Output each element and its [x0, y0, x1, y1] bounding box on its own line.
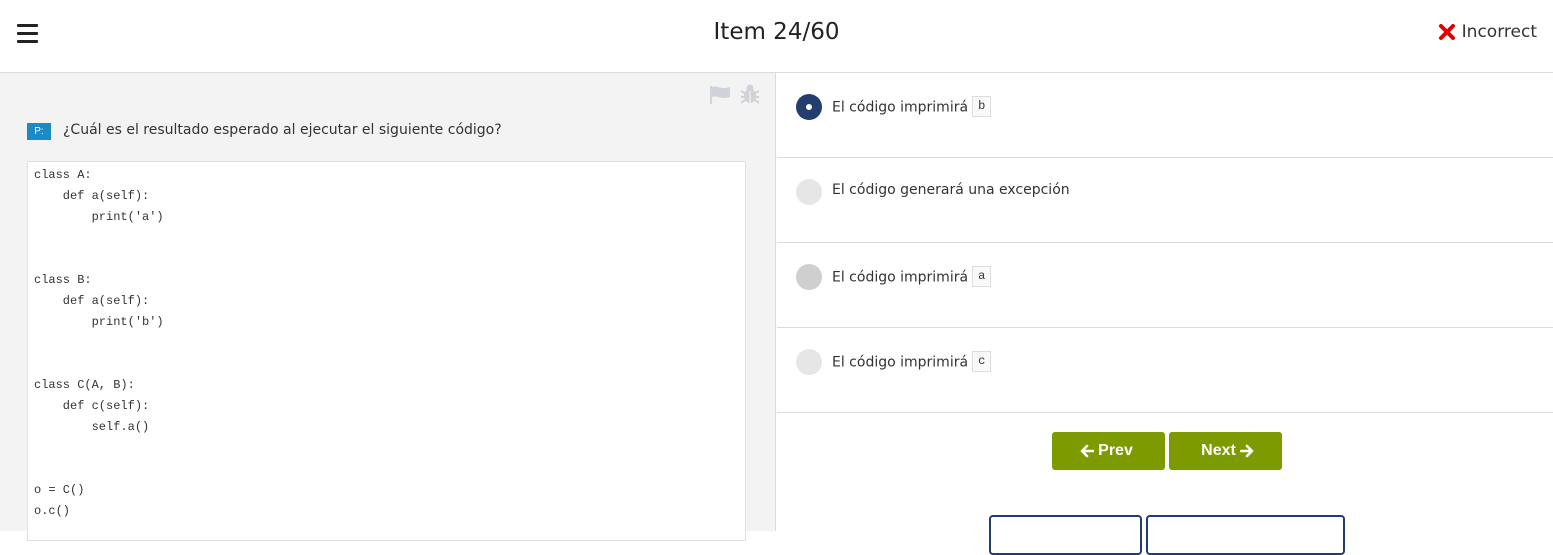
answers-panel: El código imprimirá b El código generará …	[777, 73, 1553, 555]
radio-button[interactable]	[796, 349, 822, 375]
top-bar: Item 24/60 Incorrect	[0, 0, 1553, 73]
next-label: Next	[1201, 442, 1236, 459]
option-label: El código generará una excepción	[832, 182, 1070, 198]
code-line: class A:	[34, 168, 92, 182]
result-status: Incorrect	[1438, 22, 1537, 42]
code-line: class C(A, B):	[34, 378, 135, 392]
x-icon	[1438, 24, 1455, 40]
question-badge: P:	[27, 123, 51, 140]
item-counter: Item 24/60	[713, 19, 840, 45]
option-label: El código imprimirá	[832, 269, 969, 286]
option-label: El código imprimirá	[832, 354, 969, 371]
flag-icon[interactable]	[708, 85, 732, 105]
code-line: o = C()	[34, 483, 85, 497]
answer-option[interactable]: El código imprimirá b	[777, 73, 1553, 158]
code-line: print('b')	[34, 315, 164, 329]
option-label: El código imprimirá	[832, 99, 969, 116]
code-line: def a(self):	[34, 294, 150, 308]
code-line: print('a')	[34, 210, 164, 224]
nav-buttons: Prev Next	[1052, 432, 1286, 470]
arrow-left-icon	[1080, 444, 1095, 458]
code-line: class B:	[34, 273, 92, 287]
question-text: ¿Cuál es el resultado esperado al ejecut…	[63, 122, 502, 138]
status-label: Incorrect	[1461, 22, 1537, 42]
code-line: o.c()	[34, 504, 71, 518]
radio-button[interactable]	[796, 179, 822, 205]
next-button[interactable]: Next	[1169, 432, 1282, 470]
option-code: a	[972, 266, 992, 287]
bottom-button-right[interactable]	[1146, 515, 1345, 555]
code-line: def c(self):	[34, 399, 150, 413]
answer-option[interactable]: El código imprimirá a	[777, 243, 1553, 328]
bottom-button-left[interactable]	[989, 515, 1142, 555]
prev-button[interactable]: Prev	[1052, 432, 1165, 470]
answer-option[interactable]: El código generará una excepción	[777, 158, 1553, 243]
prev-label: Prev	[1098, 442, 1133, 459]
code-block: class A: def a(self): print('a') class B…	[27, 161, 746, 541]
question-panel: P: ¿Cuál es el resultado esperado al eje…	[0, 73, 776, 541]
bug-icon[interactable]	[739, 83, 761, 105]
radio-button[interactable]	[796, 264, 822, 290]
code-line: def a(self):	[34, 189, 150, 203]
answer-option[interactable]: El código imprimirá c	[777, 328, 1553, 413]
code-line: self.a()	[34, 420, 150, 434]
arrow-right-icon	[1239, 444, 1254, 458]
option-code: b	[972, 96, 992, 117]
radio-button[interactable]	[796, 94, 822, 120]
option-code: c	[972, 351, 992, 372]
